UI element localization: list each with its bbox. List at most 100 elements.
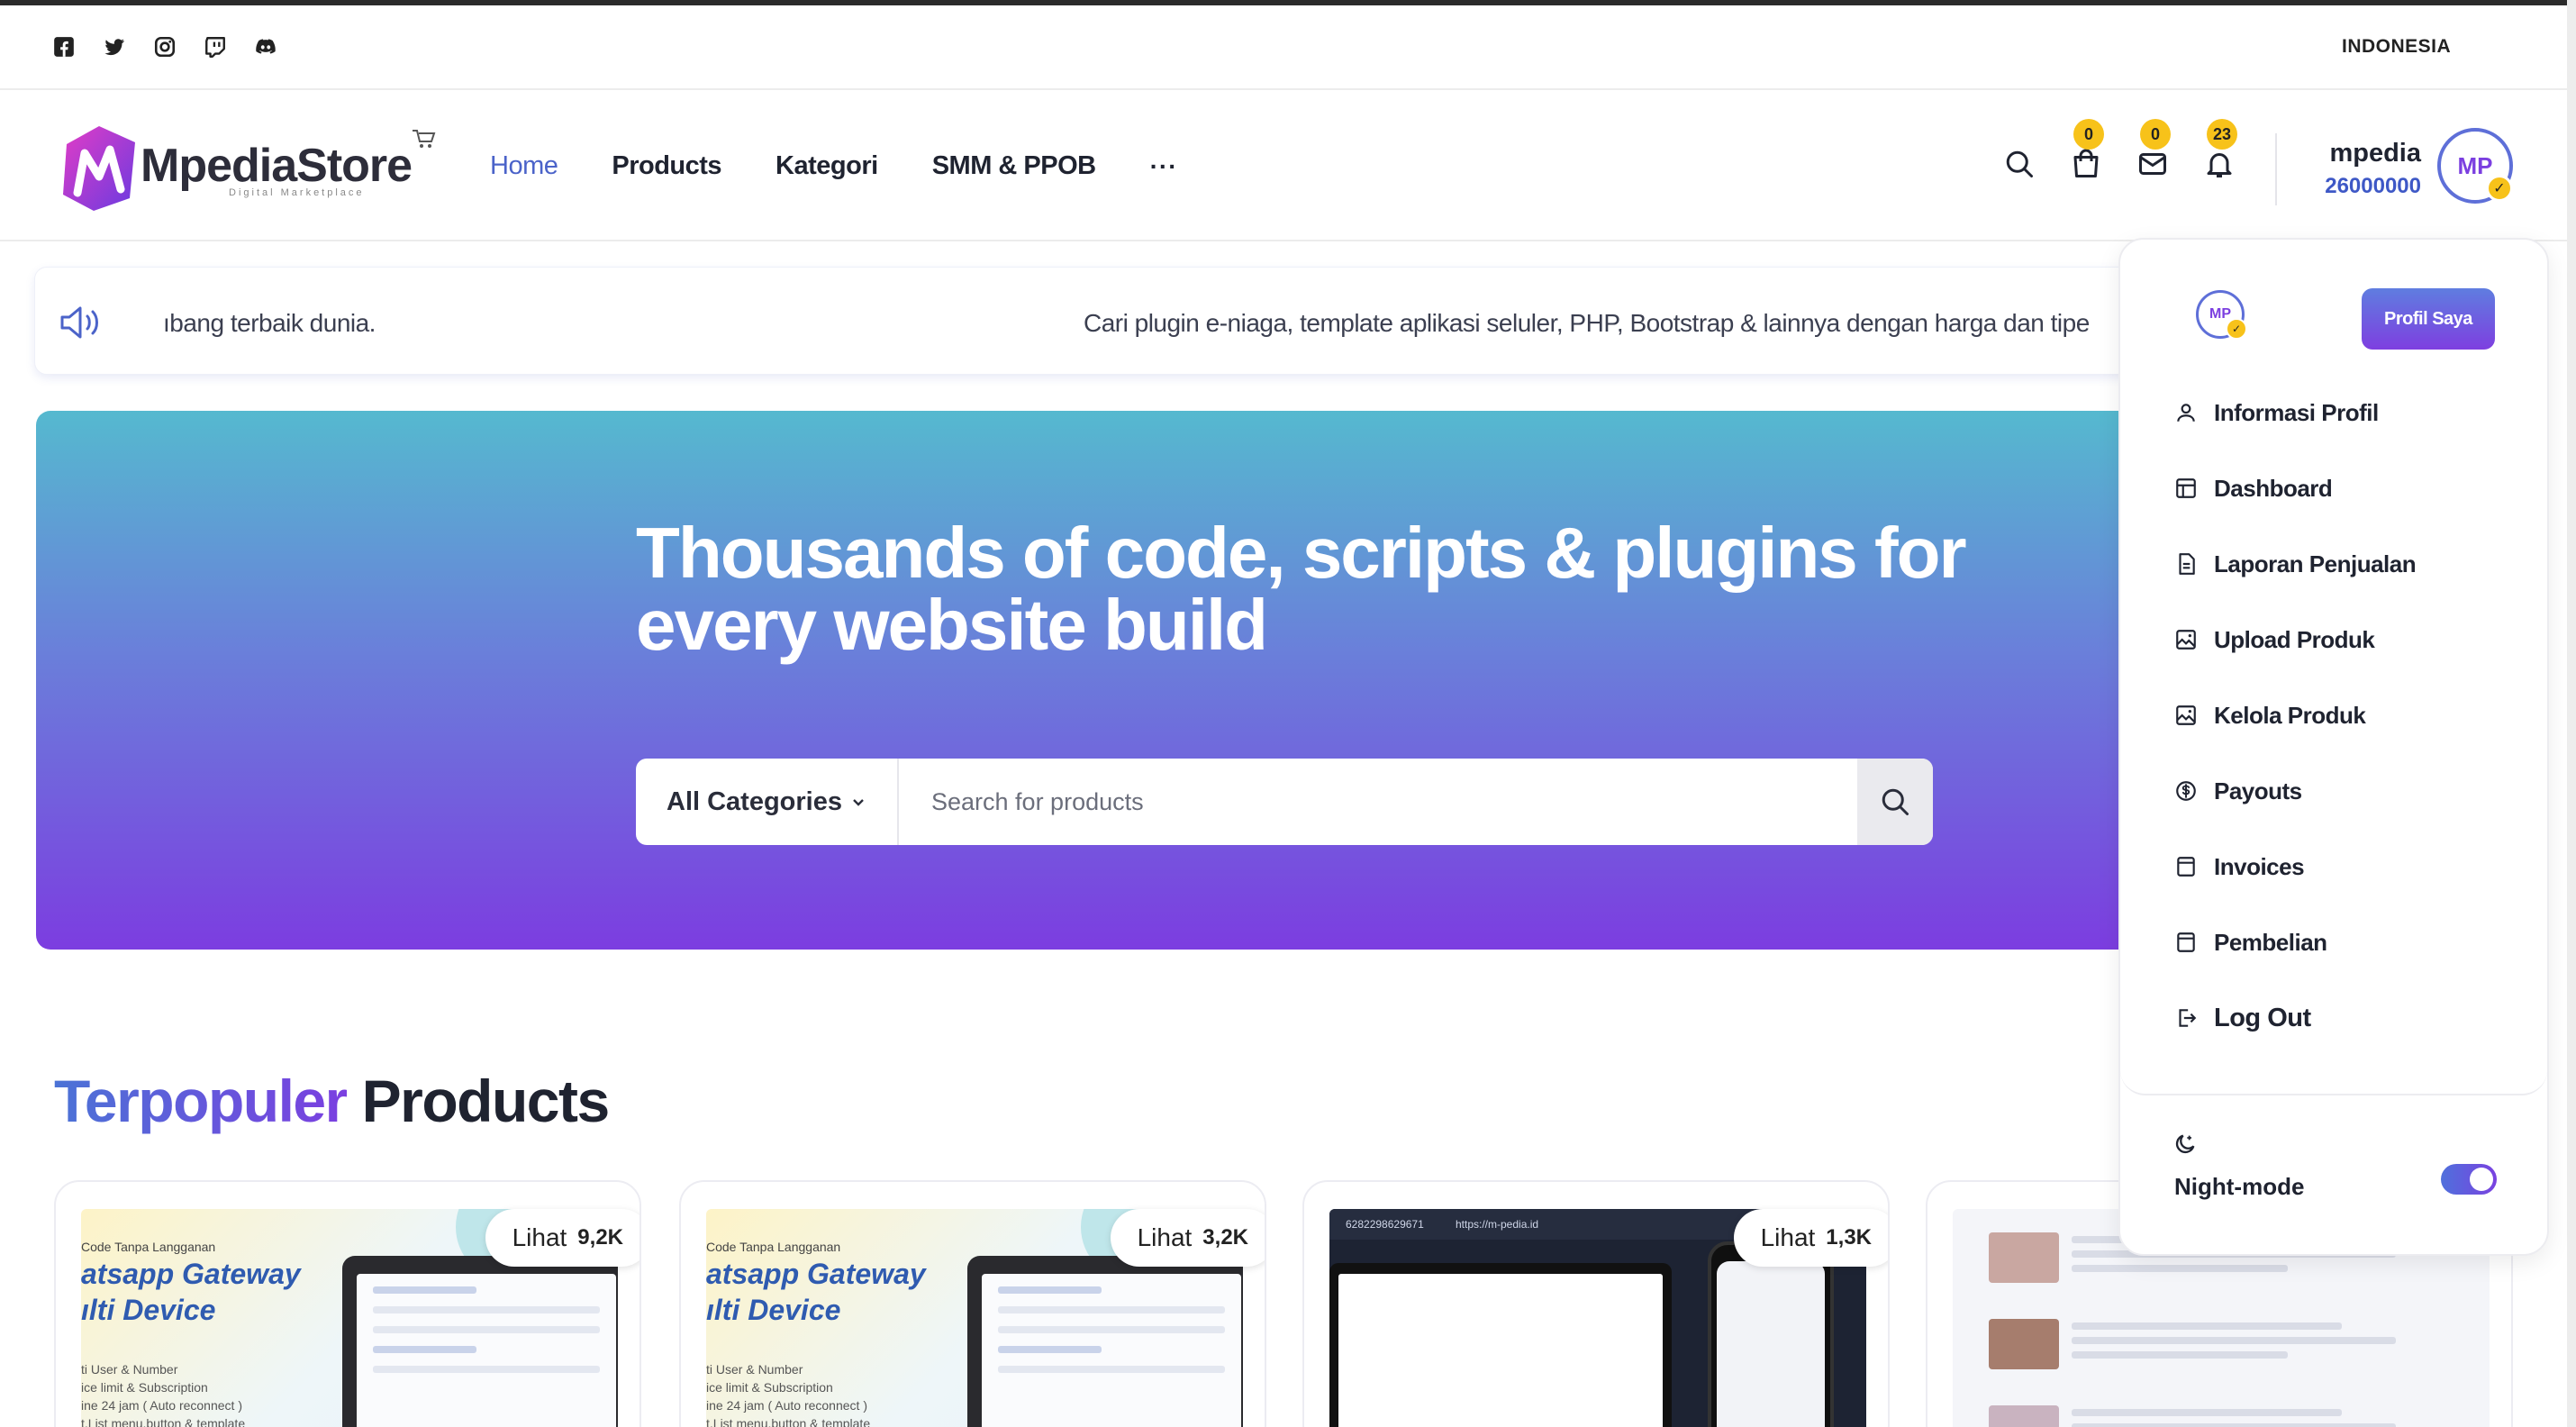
profile-dropdown: MP ✓ Profil Saya Informasi Profil Dashbo… <box>2118 238 2549 1256</box>
mail-badge: 0 <box>2140 119 2171 150</box>
dropdown-menu-area: MP ✓ Profil Saya Informasi Profil Dashbo… <box>2120 240 2547 1095</box>
product-search-input[interactable] <box>899 759 1857 845</box>
speaker-icon <box>60 306 98 339</box>
product-card[interactable]: Code Tanpa Langganan atsapp Gateway ılti… <box>679 1180 1266 1427</box>
image-manage-icon <box>2176 705 2196 725</box>
mail-icon <box>2139 153 2166 175</box>
menu-item-dashboard[interactable]: Dashboard <box>2174 450 2416 526</box>
product-thumb-title-line2: ılti Device <box>706 1294 841 1326</box>
menu-item-log-out[interactable]: Log Out <box>2174 980 2416 1056</box>
social-bar: INDONESIA <box>0 5 2567 90</box>
section-title: Terpopuler Products <box>54 1067 610 1135</box>
instagram-icon[interactable] <box>153 35 177 59</box>
logo-title: MpediaStore <box>141 140 413 192</box>
language-selector[interactable]: INDONESIA <box>2342 36 2451 58</box>
product-thumb-title: atsapp Gateway ılti Device <box>81 1256 301 1328</box>
views-badge: Lihat 9,2K <box>485 1209 639 1267</box>
search-icon <box>2006 150 2033 177</box>
hero-banner: Thousands of code, scripts & plugins for… <box>36 411 2306 950</box>
profile-button[interactable]: Profil Saya <box>2362 288 2495 350</box>
messages-button[interactable]: 0 <box>2136 119 2171 182</box>
header-divider <box>2275 133 2277 205</box>
menu-item-label: Payouts <box>2214 777 2302 804</box>
social-icons <box>52 35 277 59</box>
dashboard-icon <box>2176 478 2196 498</box>
feature-line: ice limit & Subscription <box>706 1380 833 1395</box>
menu-item-label: Laporan Penjualan <box>2214 550 2417 577</box>
night-mode-label: Night-mode <box>2174 1173 2305 1200</box>
moon-icon <box>2175 1134 2195 1154</box>
user-name: mpedia <box>2329 139 2421 168</box>
section-title-highlight: Terpopuler <box>54 1068 348 1134</box>
cart-button[interactable]: 0 <box>2070 119 2104 182</box>
views-label: Lihat <box>512 1223 567 1251</box>
cart-badge: 0 <box>2073 119 2104 150</box>
product-tag: Code Tanpa Langganan <box>706 1240 841 1254</box>
menu-item-payouts[interactable]: Payouts <box>2174 753 2416 829</box>
user-icon <box>2177 404 2195 422</box>
search-button[interactable] <box>2003 146 2036 182</box>
logout-icon <box>2179 1009 2197 1027</box>
menu-item-pembelian[interactable]: Pembelian <box>2174 904 2416 980</box>
hero-search-box: All Categories <box>636 759 1933 845</box>
image-upload-icon <box>2176 630 2196 650</box>
shopping-bag-icon <box>2073 149 2099 177</box>
laptop-mockup <box>342 1256 618 1427</box>
menu-item-kelola-produk[interactable]: Kelola Produk <box>2174 677 2416 753</box>
thumb-list-row <box>1989 1405 2439 1427</box>
menu-item-label: Informasi Profil <box>2214 398 2379 426</box>
nav-kategori[interactable]: Kategori <box>776 151 878 181</box>
product-card[interactable]: Code Tanpa Langganan atsapp Gateway ılti… <box>54 1180 641 1427</box>
views-label: Lihat <box>1137 1223 1193 1251</box>
purchase-icon <box>2177 932 2195 952</box>
dollar-circle-icon <box>2176 781 2196 801</box>
announcement-bar: ıbang terbaik dunia. Cari plugin e-niaga… <box>34 267 2304 375</box>
menu-item-label: Dashboard <box>2214 474 2333 502</box>
menu-item-label: Invoices <box>2214 852 2305 880</box>
menu-item-upload-produk[interactable]: Upload Produk <box>2174 602 2416 677</box>
product-card[interactable]: 6282298629671 https://m-pedia.id Lihat 1… <box>1302 1180 1890 1427</box>
thumb-phone-number: 6282298629671 <box>1346 1218 1424 1231</box>
search-icon <box>1882 788 1909 815</box>
header-actions: 0 0 23 <box>2003 119 2237 182</box>
category-select[interactable]: All Categories <box>636 759 899 845</box>
phone-mockup <box>1708 1241 1834 1427</box>
notifications-button[interactable]: 23 <box>2203 119 2237 182</box>
facebook-icon[interactable] <box>52 35 76 59</box>
menu-item-informasi-profil[interactable]: Informasi Profil <box>2174 375 2416 450</box>
discord-icon[interactable] <box>254 35 277 59</box>
laptop-mockup <box>967 1256 1243 1427</box>
user-info[interactable]: mpedia 26000000 <box>2306 139 2421 199</box>
report-icon <box>2179 553 2195 575</box>
search-submit-button[interactable] <box>1857 759 1933 845</box>
scrollbar-track[interactable] <box>2567 0 2576 1427</box>
feature-line: t,List menu,button & template <box>81 1416 246 1427</box>
menu-item-label: Log Out <box>2214 1003 2311 1032</box>
twitch-icon[interactable] <box>204 35 227 59</box>
dropdown-avatar[interactable]: MP ✓ <box>2196 290 2247 340</box>
toggle-knob <box>2470 1168 2493 1191</box>
announcement-text-b: Cari plugin e-niaga, template aplikasi s… <box>1084 309 2090 337</box>
twitter-icon[interactable] <box>103 35 126 59</box>
feature-line: ti User & Number <box>706 1362 803 1377</box>
main-header: MpediaStore Digital Marketplace Home Pro… <box>0 90 2567 241</box>
user-avatar[interactable]: MP ✓ <box>2437 128 2513 204</box>
announcement-text-a: ıbang terbaik dunia. <box>163 309 376 337</box>
site-logo[interactable]: MpediaStore Digital Marketplace <box>58 119 445 218</box>
feature-line: ice limit & Subscription <box>81 1380 208 1395</box>
dropdown-menu: Informasi Profil Dashboard Laporan Penju… <box>2174 375 2417 1056</box>
menu-item-label: Pembelian <box>2214 928 2327 956</box>
nav-products[interactable]: Products <box>612 151 721 181</box>
menu-item-laporan-penjualan[interactable]: Laporan Penjualan <box>2174 526 2417 602</box>
menu-item-invoices[interactable]: Invoices <box>2174 829 2416 904</box>
avatar-initials: MP <box>2457 151 2493 179</box>
verified-check-icon: ✓ <box>2486 175 2513 202</box>
night-mode-toggle[interactable] <box>2441 1164 2497 1195</box>
category-select-label: All Categories <box>667 786 842 816</box>
feature-line: ti User & Number <box>81 1362 178 1377</box>
nav-more-button[interactable]: ··· <box>1150 152 1178 181</box>
nav-home[interactable]: Home <box>490 151 558 181</box>
feature-line: ine 24 jam ( Auto reconnect ) <box>81 1398 242 1413</box>
product-thumb-features: ti User & Number ice limit & Subscriptio… <box>706 1360 870 1427</box>
nav-smm-ppob[interactable]: SMM & PPOB <box>932 151 1096 181</box>
